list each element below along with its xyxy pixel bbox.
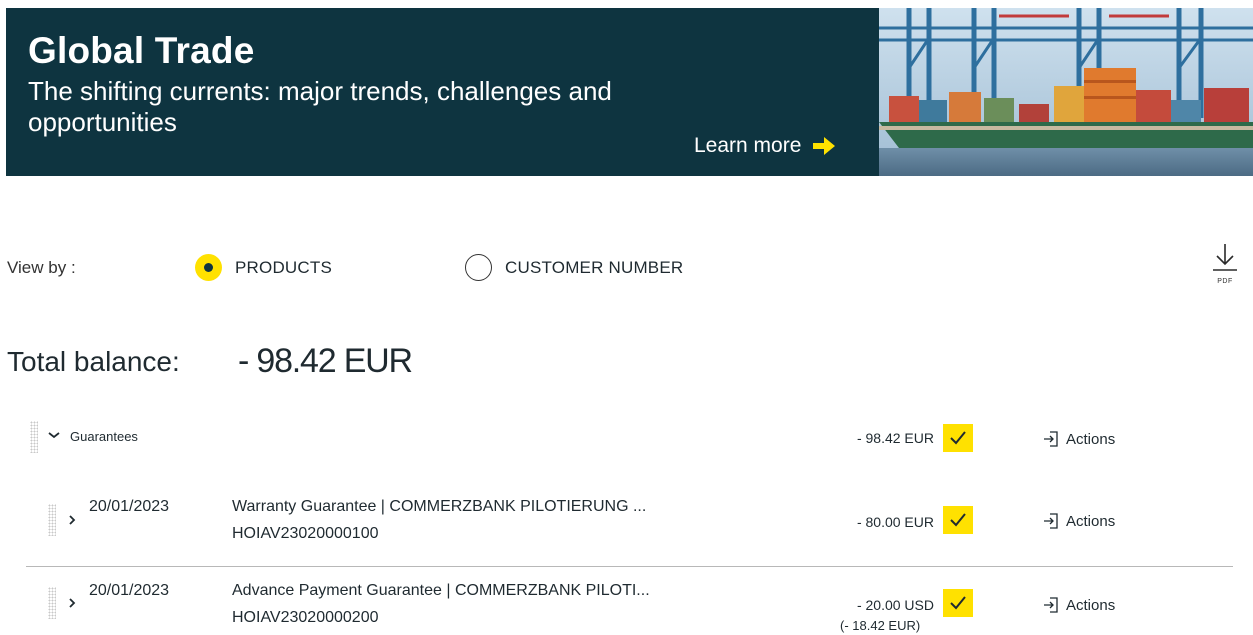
- row-actions-button[interactable]: Actions: [1042, 596, 1115, 614]
- radio-unselected-icon[interactable]: [465, 254, 492, 281]
- drag-handle-icon[interactable]: [30, 421, 38, 453]
- chevron-right-icon[interactable]: [68, 514, 76, 526]
- group-checkbox[interactable]: [943, 424, 973, 452]
- group-amount: - 98.42 EUR: [856, 430, 934, 446]
- login-arrow-icon: [1044, 513, 1058, 529]
- banner-subtitle: The shifting currents: major trends, cha…: [28, 76, 612, 137]
- row-date: 20/01/2023: [89, 582, 170, 599]
- checkmark-icon: [950, 596, 966, 610]
- row-reference: HOIAV23020000200: [232, 609, 379, 626]
- login-arrow-icon: [1044, 597, 1058, 613]
- group-label: Guarantees: [70, 429, 138, 444]
- login-arrow-icon: [1044, 431, 1058, 447]
- banner-title: Global Trade: [28, 30, 255, 71]
- row-amount: - 20.00 USD: [856, 597, 934, 613]
- chevron-right-icon[interactable]: [68, 597, 76, 609]
- actions-label: Actions: [1066, 430, 1116, 448]
- drag-handle-icon[interactable]: [48, 504, 56, 536]
- row-checkbox[interactable]: [943, 506, 973, 534]
- radio-customer-number[interactable]: CUSTOMER NUMBER: [465, 254, 683, 281]
- total-balance-label: Total balance:: [7, 346, 180, 377]
- row-reference: HOIAV23020000100: [232, 525, 379, 542]
- row-title[interactable]: Advance Payment Guarantee | COMMERZBANK …: [232, 582, 650, 600]
- actions-label: Actions: [1066, 512, 1116, 530]
- radio-customer-number-label: CUSTOMER NUMBER: [505, 257, 684, 277]
- row-actions-button[interactable]: Actions: [1042, 512, 1115, 530]
- chevron-down-icon[interactable]: [47, 430, 61, 440]
- container-ship-port-image: [879, 8, 1253, 176]
- learn-more-link[interactable]: Learn more: [694, 134, 837, 158]
- row-amount: - 80.00 EUR: [856, 514, 934, 530]
- row-checkbox[interactable]: [943, 589, 973, 617]
- download-icon: [1213, 244, 1237, 271]
- pdf-label: PDF: [1217, 278, 1233, 285]
- actions-label: Actions: [1066, 596, 1116, 614]
- promo-banner[interactable]: Global Trade The shifting currents: majo…: [6, 8, 1253, 176]
- group-actions-button[interactable]: Actions: [1042, 430, 1115, 448]
- checkmark-icon: [950, 513, 966, 527]
- row-amount-converted: (- 18.42 EUR): [840, 618, 921, 633]
- row-divider: [26, 566, 1233, 567]
- radio-selected-icon[interactable]: [195, 254, 222, 281]
- row-date: 20/01/2023: [89, 498, 170, 515]
- row-title[interactable]: Warranty Guarantee | COMMERZBANK PILOTIE…: [232, 498, 646, 516]
- pdf-download-button[interactable]: PDF: [1208, 240, 1242, 290]
- checkmark-icon: [950, 431, 966, 445]
- total-balance-value: - 98.42 EUR: [238, 342, 413, 380]
- view-by-label: View by :: [7, 258, 76, 277]
- radio-products[interactable]: PRODUCTS: [195, 254, 332, 281]
- radio-products-label: PRODUCTS: [235, 257, 332, 277]
- arrow-right-icon: [813, 137, 836, 155]
- learn-more-label: Learn more: [694, 134, 802, 157]
- drag-handle-icon[interactable]: [48, 587, 56, 619]
